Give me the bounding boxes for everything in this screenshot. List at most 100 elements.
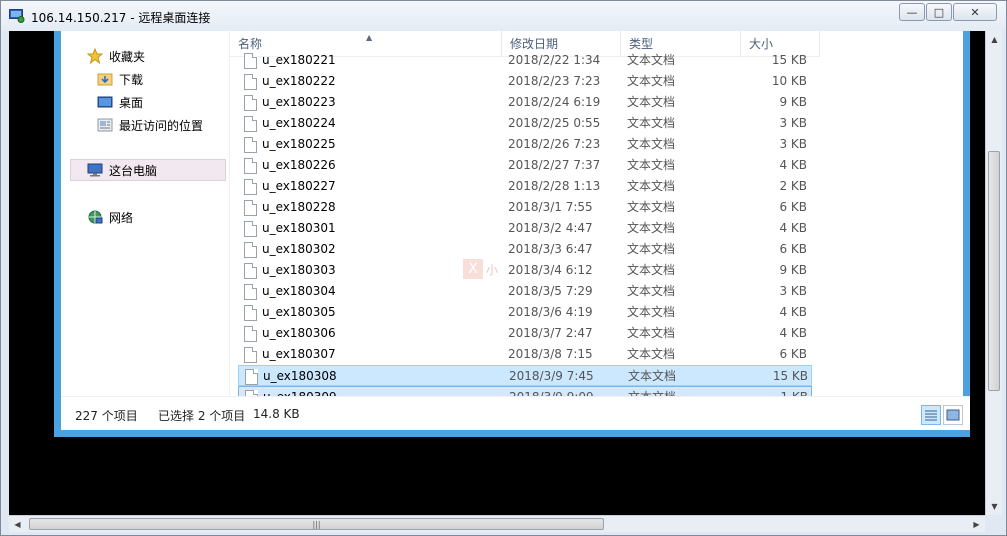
table-row[interactable]: u_ex180305 2018/3/6 4:19 文本文档 4 KB bbox=[238, 302, 812, 323]
file-size: 6 KB bbox=[779, 200, 807, 214]
scroll-right-arrow-icon[interactable]: ▶ bbox=[968, 516, 985, 533]
remote-window-horizontal-scrollbar[interactable]: ◀ ||| ▶ bbox=[9, 515, 985, 532]
close-button[interactable]: ✕ bbox=[953, 3, 997, 21]
file-explorer-window: 收藏夹 下载 桌面 最近访问的位置 这台电脑 网络 名称 ▲ 修改日期 类型 大… bbox=[54, 31, 970, 437]
file-type: 文本文档 bbox=[627, 200, 676, 214]
file-date: 2018/3/1 7:55 bbox=[508, 200, 593, 214]
nav-item-recent-places[interactable]: 最近访问的位置 bbox=[97, 114, 203, 136]
text-file-icon bbox=[244, 326, 257, 342]
text-file-icon bbox=[244, 200, 257, 216]
file-size: 9 KB bbox=[779, 263, 807, 277]
file-type: 文本文档 bbox=[627, 221, 676, 235]
status-bar: 227 个项目 已选择 2 个项目 14.8 KB bbox=[61, 396, 970, 430]
file-name: u_ex180301 bbox=[262, 221, 336, 235]
file-name: u_ex180309 bbox=[263, 387, 337, 396]
file-type: 文本文档 bbox=[627, 137, 676, 151]
text-file-icon bbox=[244, 242, 257, 258]
nav-label: 收藏夹 bbox=[109, 49, 146, 64]
nav-item-favorites[interactable]: 收藏夹 bbox=[87, 45, 145, 67]
star-icon bbox=[87, 48, 103, 64]
table-row-selected[interactable]: u_ex180308 2018/3/9 7:45 文本文档 15 KB bbox=[238, 365, 812, 386]
file-name: u_ex180225 bbox=[262, 137, 336, 151]
nav-item-downloads[interactable]: 下载 bbox=[97, 68, 143, 90]
file-date: 2018/3/6 4:19 bbox=[508, 305, 593, 319]
table-row[interactable]: u_ex180226 2018/2/27 7:37 文本文档 4 KB bbox=[238, 155, 812, 176]
maximize-button[interactable]: □ bbox=[926, 3, 952, 21]
file-size: 15 KB bbox=[772, 369, 808, 383]
file-size: 2 KB bbox=[779, 179, 807, 193]
scroll-thumb[interactable]: ||| bbox=[29, 518, 604, 530]
file-size: 4 KB bbox=[779, 326, 807, 340]
table-row[interactable]: u_ex180222 2018/2/23 7:23 文本文档 10 KB bbox=[238, 71, 812, 92]
file-name: u_ex180307 bbox=[262, 347, 336, 361]
table-row[interactable]: u_ex180307 2018/3/8 7:15 文本文档 6 KB bbox=[238, 344, 812, 365]
file-name: u_ex180221 bbox=[262, 53, 336, 67]
scroll-down-arrow-icon[interactable]: ▼ bbox=[986, 498, 1003, 515]
file-date: 2018/2/24 6:19 bbox=[508, 95, 601, 109]
table-row[interactable]: u_ex180228 2018/3/1 7:55 文本文档 6 KB bbox=[238, 197, 812, 218]
text-file-icon bbox=[244, 74, 257, 90]
nav-item-desktop[interactable]: 桌面 bbox=[97, 91, 143, 113]
file-type: 文本文档 bbox=[627, 158, 676, 172]
file-date: 2018/3/9 9:09 bbox=[509, 387, 594, 396]
nav-item-this-pc[interactable]: 这台电脑 bbox=[70, 159, 226, 181]
item-count: 227 个项目 bbox=[75, 409, 138, 423]
minimize-button[interactable]: — bbox=[899, 3, 925, 21]
file-size: 3 KB bbox=[779, 284, 807, 298]
large-icons-view-button[interactable] bbox=[943, 405, 963, 425]
table-row-selected[interactable]: u_ex180309 2018/3/9 9:09 文本文档 1 KB bbox=[238, 386, 812, 396]
table-row[interactable]: u_ex180306 2018/3/7 2:47 文本文档 4 KB bbox=[238, 323, 812, 344]
file-size: 4 KB bbox=[779, 305, 807, 319]
details-view-button[interactable] bbox=[921, 405, 941, 425]
recent-places-icon bbox=[97, 118, 113, 132]
file-name: u_ex180304 bbox=[262, 284, 336, 298]
remote-desktop-window: 106.14.150.217 - 远程桌面连接 — □ ✕ 收藏夹 下载 桌面 bbox=[0, 0, 1007, 536]
nav-label: 桌面 bbox=[119, 95, 144, 110]
text-file-icon bbox=[244, 284, 257, 300]
nav-label: 下载 bbox=[119, 72, 144, 87]
table-row[interactable]: u_ex180304 2018/3/5 7:29 文本文档 3 KB bbox=[238, 281, 812, 302]
file-date: 2018/2/27 7:37 bbox=[508, 158, 601, 172]
file-name: u_ex180228 bbox=[262, 200, 336, 214]
table-row[interactable]: u_ex180221 2018/2/22 1:34 文本文档 15 KB bbox=[238, 50, 812, 71]
file-date: 2018/2/22 1:34 bbox=[508, 53, 601, 67]
scroll-thumb[interactable] bbox=[988, 151, 1000, 391]
computer-icon bbox=[87, 163, 103, 177]
file-date: 2018/2/28 1:13 bbox=[508, 179, 601, 193]
table-row[interactable]: u_ex180303 2018/3/4 6:12 文本文档 9 KB bbox=[238, 260, 812, 281]
file-size: 6 KB bbox=[779, 242, 807, 256]
table-row[interactable]: u_ex180224 2018/2/25 0:55 文本文档 3 KB bbox=[238, 113, 812, 134]
file-name: u_ex180303 bbox=[262, 263, 336, 277]
remote-window-vertical-scrollbar[interactable]: ▲ ▼ bbox=[985, 31, 1002, 515]
scroll-up-arrow-icon[interactable]: ▲ bbox=[986, 31, 1003, 48]
file-name: u_ex180305 bbox=[262, 305, 336, 319]
text-file-icon bbox=[244, 221, 257, 237]
details-view-icon bbox=[925, 410, 937, 421]
table-row[interactable]: u_ex180225 2018/2/26 7:23 文本文档 3 KB bbox=[238, 134, 812, 155]
file-size: 15 KB bbox=[771, 53, 807, 67]
scroll-left-arrow-icon[interactable]: ◀ bbox=[9, 516, 26, 533]
file-size: 10 KB bbox=[771, 74, 807, 88]
file-date: 2018/2/23 7:23 bbox=[508, 74, 601, 88]
table-row[interactable]: u_ex180301 2018/3/2 4:47 文本文档 4 KB bbox=[238, 218, 812, 239]
table-row[interactable]: u_ex180302 2018/3/3 6:47 文本文档 6 KB bbox=[238, 239, 812, 260]
title-bar[interactable]: 106.14.150.217 - 远程桌面连接 — □ ✕ bbox=[1, 1, 1006, 31]
nav-item-network[interactable]: 网络 bbox=[87, 206, 133, 228]
file-size: 3 KB bbox=[779, 116, 807, 130]
file-size: 9 KB bbox=[779, 95, 807, 109]
watermark-text: 小 bbox=[486, 263, 499, 277]
remote-session-area[interactable]: 收藏夹 下载 桌面 最近访问的位置 这台电脑 网络 名称 ▲ 修改日期 类型 大… bbox=[9, 31, 985, 515]
file-date: 2018/3/9 7:45 bbox=[509, 369, 594, 383]
nav-label: 最近访问的位置 bbox=[119, 118, 204, 133]
file-size: 3 KB bbox=[779, 137, 807, 151]
file-type: 文本文档 bbox=[627, 263, 676, 277]
file-type: 文本文档 bbox=[627, 116, 676, 130]
table-row[interactable]: u_ex180223 2018/2/24 6:19 文本文档 9 KB bbox=[238, 92, 812, 113]
file-date: 2018/3/8 7:15 bbox=[508, 347, 593, 361]
file-date: 2018/2/26 7:23 bbox=[508, 137, 601, 151]
file-date: 2018/3/7 2:47 bbox=[508, 326, 593, 340]
file-name: u_ex180302 bbox=[262, 242, 336, 256]
table-row[interactable]: u_ex180227 2018/2/28 1:13 文本文档 2 KB bbox=[238, 176, 812, 197]
file-date: 2018/3/3 6:47 bbox=[508, 242, 593, 256]
selection-count: 已选择 2 个项目 bbox=[158, 409, 246, 423]
